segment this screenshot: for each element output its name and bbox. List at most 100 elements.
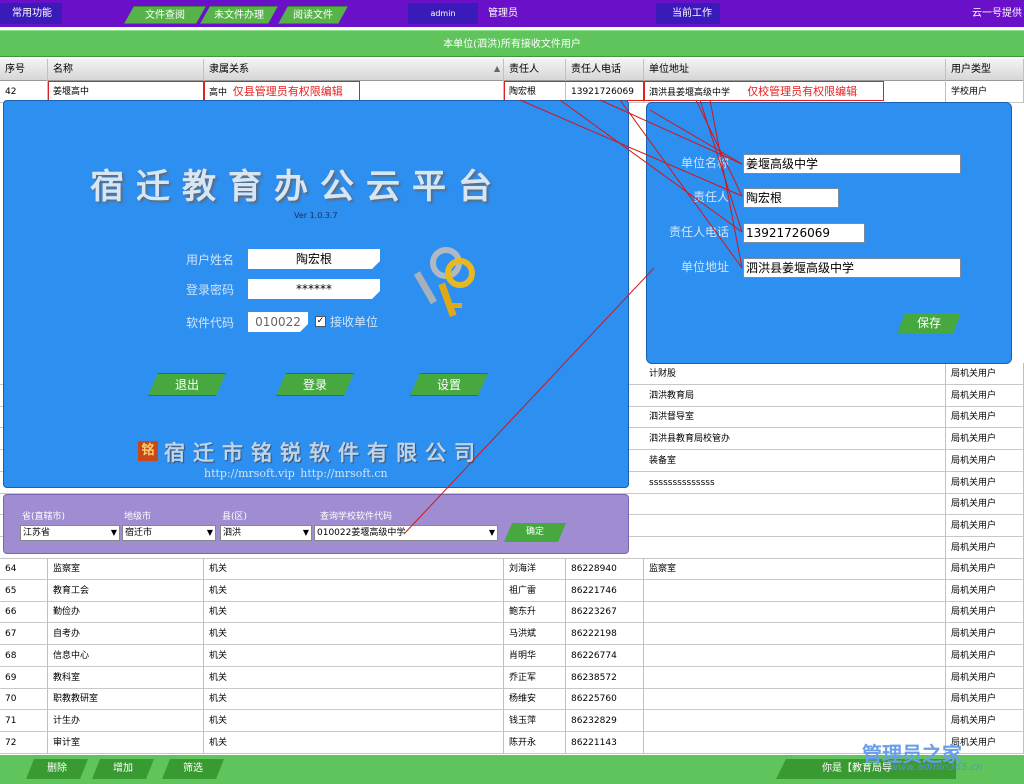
cell-phone: 86221746 [566,579,644,602]
save-button[interactable]: 保存 [897,313,961,334]
admin-role: 管理员 [488,8,518,19]
cell-name: 监察室 [48,558,204,580]
cell-user-type: 局机关用户 [946,514,1024,537]
county-label: 县(区) [222,512,248,522]
cell-affiliation: 机关 [204,666,504,689]
county-select[interactable]: 泗洪 ▼ [220,525,312,541]
software-code-field[interactable]: 010022 [248,312,308,332]
table-row[interactable]: 70 职教教研室 机关 杨维安 86225760 局机关用户 [0,688,1024,711]
confirm-button[interactable]: 确定 [504,523,566,542]
cell-index: 72 [0,731,48,754]
table-row[interactable]: 66 勤俭办 机关 鲍东升 86223267 局机关用户 [0,601,1024,624]
cell-phone: 86225760 [566,688,644,711]
table-row[interactable]: 67 自考办 机关 马洪斌 86222198 局机关用户 [0,623,1024,646]
settings-button[interactable]: 设置 [410,373,488,396]
unfinished-files-tab[interactable]: 未文件办理 [200,6,278,24]
cell-address: 泗洪教育局 [644,384,946,407]
cell-address: 装备室 [644,449,946,472]
person-label: 责任人 [693,190,730,204]
cell-user-type: 局机关用户 [946,384,1024,407]
company-urls: http://mrsoft.vip http://mrsoft.cn [204,467,388,480]
highlight-affiliation-box [204,81,360,101]
current-work-tab[interactable]: 当前工作 [656,3,720,24]
cell-user-type: 局机关用户 [946,644,1024,667]
admin-username: admin [408,3,478,24]
cell-user-type: 局机关用户 [946,688,1024,711]
company-seal-logo: 铭 [138,441,158,461]
cell-affiliation: 机关 [204,731,504,754]
city-select[interactable]: 宿迁市 ▼ [122,525,216,541]
school-code-select[interactable]: 010022姜堰高级中学 ▼ [314,525,498,541]
username-label: 用户姓名 [186,253,235,267]
cell-affiliation: 机关 [204,601,504,624]
delete-button[interactable]: 删除 [26,759,88,779]
cell-person: 马洪斌 [504,623,566,646]
cell-phone: 86238572 [566,666,644,689]
column-header-address[interactable]: 单位地址 [644,59,946,81]
cell-user-type: 局机关用户 [946,471,1024,494]
cell-address [644,644,946,667]
cell-user-type: 局机关用户 [946,406,1024,429]
column-header-affiliation[interactable]: 隶属关系 [204,59,504,81]
receive-unit-checkbox[interactable]: ✓ [315,316,326,327]
cell-affiliation: 机关 [204,644,504,667]
table-header: 序号 名称 隶属关系 责任人 责任人电话 单位地址 用户类型 ▲ [0,59,1024,81]
read-files-tab[interactable]: 阅读文件 [278,6,348,24]
address-input[interactable]: 泗洪县姜堰高级中学 [743,258,961,278]
province-select[interactable]: 江苏省 ▼ [20,525,120,541]
cell-address [644,709,946,732]
cell-index: 69 [0,666,48,689]
cell-name: 教科室 [48,666,204,689]
cell-affiliation: 机关 [204,688,504,711]
cell-user-type: 局机关用户 [946,579,1024,602]
cell-index: 65 [0,579,48,602]
unit-name-label: 单位名称 [681,156,730,170]
file-query-tab[interactable]: 文件查阅 [124,6,206,24]
unit-name-input[interactable]: 姜堰高级中学 [743,154,961,174]
sort-ascending-icon[interactable]: ▲ [494,64,500,73]
table-row[interactable]: 69 教科室 机关 乔正军 86238572 局机关用户 [0,666,1024,689]
login-button[interactable]: 登录 [276,373,354,396]
cell-person: 肖明华 [504,644,566,667]
cell-index: 64 [0,558,48,580]
column-header-user-type[interactable]: 用户类型 [946,59,1024,81]
cell-address [644,601,946,624]
person-input[interactable]: 陶宏根 [743,188,839,208]
column-header-index[interactable]: 序号 [0,59,48,81]
school-code-label: 查询学校软件代码 [320,512,393,522]
school-selector-panel: 省(直辖市) 江苏省 ▼ 地级市 宿迁市 ▼ 县(区) 泗洪 ▼ 查询学校软件代码 0… [3,494,629,554]
highlight-name-box [48,81,204,101]
cell-user-type: 局机关用户 [946,428,1024,451]
cell-user-type: 学校用户 [946,81,1024,103]
cell-affiliation: 机关 [204,579,504,602]
table-row[interactable]: 68 信息中心 机关 肖明华 86226774 局机关用户 [0,644,1024,667]
column-header-person[interactable]: 责任人 [504,59,566,81]
filter-button[interactable]: 筛选 [162,759,224,779]
column-header-phone[interactable]: 责任人电话 [566,59,644,81]
cell-name: 教育工会 [48,579,204,602]
add-button[interactable]: 增加 [92,759,154,779]
column-header-name[interactable]: 名称 [48,59,204,81]
version-label: Ver 1.0.3.7 [294,211,338,220]
common-functions-menu[interactable]: 常用功能 [0,3,62,24]
table-row[interactable]: 65 教育工会 机关 祖广雷 86221746 局机关用户 [0,579,1024,602]
cell-phone: 86228940 [566,558,644,580]
platform-title: 宿迁教育办公云平台 [90,167,504,207]
cell-address [644,666,946,689]
cell-index: 70 [0,688,48,711]
exit-button[interactable]: 退出 [148,373,226,396]
table-row[interactable]: 71 计生办 机关 钱玉萍 86232829 局机关用户 [0,709,1024,732]
cell-address [644,579,946,602]
watermark-url: www.admin365.cn [890,762,983,773]
table-row[interactable]: 64 监察室 机关 刘海洋 86228940 监察室 局机关用户 [0,558,1024,580]
cell-phone: 86222198 [566,623,644,646]
cell-index: 67 [0,623,48,646]
phone-label: 责任人电话 [669,225,730,239]
dropdown-arrow-icon: ▼ [302,528,309,537]
username-field[interactable]: 陶宏根 [248,249,380,269]
cell-user-type: 局机关用户 [946,363,1024,385]
city-label: 地级市 [124,512,152,522]
cell-person: 鲍东升 [504,601,566,624]
password-field[interactable]: ****** [248,279,380,299]
phone-input[interactable]: 13921726069 [743,223,865,243]
